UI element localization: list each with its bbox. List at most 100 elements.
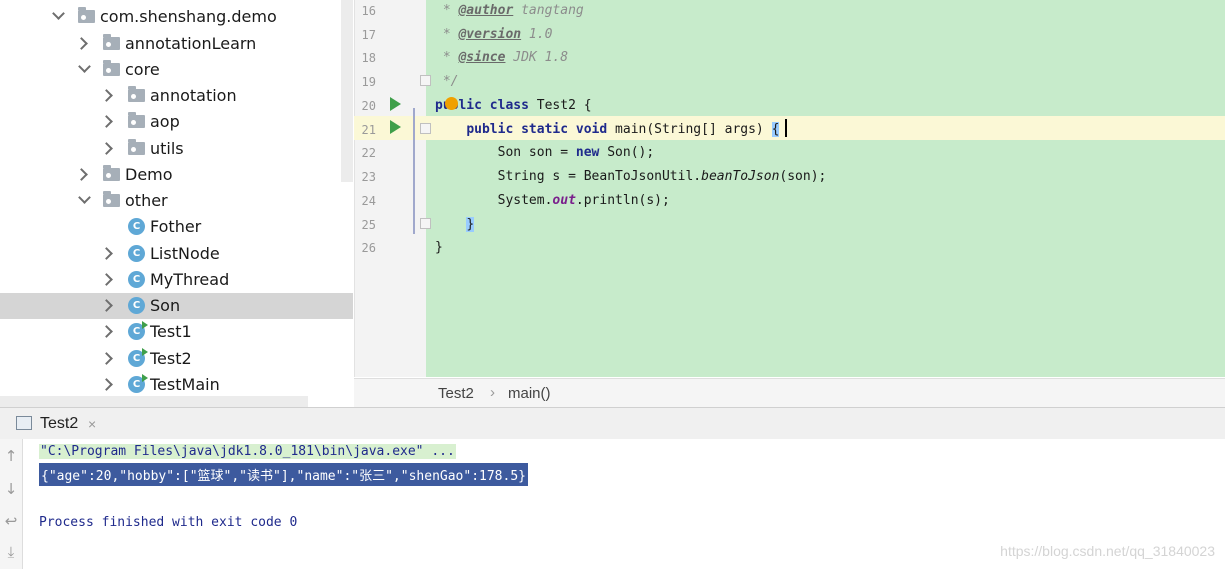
soft-wrap-icon[interactable]: ↩ [0, 512, 22, 530]
run-tab[interactable]: Test2 × [12, 408, 108, 439]
line-number: 24 [361, 194, 376, 208]
tree-item-label: MyThread [150, 270, 230, 289]
package-folder-icon [103, 165, 120, 181]
code-line-22: Son son = new Son(); [497, 145, 655, 160]
class-icon: C [128, 245, 145, 262]
breadcrumb-method[interactable]: main() [508, 385, 551, 402]
code-line-25: } [466, 217, 475, 232]
tree-item-class-selected[interactable]: C Son [0, 293, 353, 319]
run-toolbar: ↑ ↓ ↩ ⤓ [0, 439, 23, 569]
scroll-to-end-icon[interactable]: ⤓ [0, 543, 22, 561]
class-icon: C [128, 218, 145, 235]
class-icon: C [128, 271, 145, 288]
chevron-right-icon[interactable] [100, 89, 113, 102]
tree-item-package[interactable]: annotationLearn [0, 31, 353, 57]
tree-vertical-scrollbar[interactable] [341, 0, 353, 182]
chevron-right-icon[interactable] [100, 299, 113, 312]
fold-marker-icon[interactable] [420, 218, 431, 229]
tree-item-label: other [125, 191, 168, 210]
tree-item-package[interactable]: Demo [0, 162, 353, 188]
code-line-19: */ [435, 74, 459, 89]
breadcrumb: Test2 › main() [354, 378, 1225, 408]
tree-item-package[interactable]: com.shenshang.demo [0, 4, 353, 30]
tree-item-label: TestMain [150, 375, 220, 394]
tree-item-runnable-class[interactable]: C Test2 [0, 346, 353, 372]
code-line-23: String s = BeanToJsonUtil.beanToJson(son… [497, 169, 827, 184]
chevron-right-icon[interactable] [100, 273, 113, 286]
chevron-right-icon[interactable] [100, 352, 113, 365]
tree-item-class[interactable]: C ListNode [0, 241, 353, 267]
runnable-class-icon: C [128, 374, 148, 393]
package-folder-icon [78, 7, 95, 23]
package-folder-icon [103, 34, 120, 50]
line-number: 16 [361, 4, 376, 18]
code-line-24: System.out.println(s); [497, 193, 670, 208]
runnable-class-icon: C [128, 348, 148, 367]
chevron-right-icon[interactable] [100, 325, 113, 338]
tree-item-label: ListNode [150, 244, 220, 263]
run-tool-window-header: Test2 × [0, 407, 1225, 440]
tree-item-label: aop [150, 112, 180, 131]
console-exit-line: Process finished with exit code 0 [39, 515, 298, 530]
class-icon: C [128, 297, 145, 314]
chevron-down-icon[interactable] [78, 60, 91, 73]
code-line-17: * @version 1.0 [435, 27, 553, 42]
tree-item-label: Fother [150, 217, 202, 236]
package-folder-icon [103, 191, 120, 207]
chevron-right-icon[interactable] [100, 247, 113, 260]
chevron-right-icon[interactable] [100, 115, 113, 128]
package-folder-icon [103, 60, 120, 76]
watermark: https://blog.csdn.net/qq_31840023 [1000, 543, 1215, 559]
run-class-icon[interactable] [390, 97, 401, 111]
tree-item-package[interactable]: core [0, 57, 353, 83]
tree-item-runnable-class[interactable]: C TestMain [0, 372, 353, 398]
chevron-right-icon[interactable] [75, 168, 88, 181]
tree-item-class[interactable]: C MyThread [0, 267, 353, 293]
console-output-line: {"age":20,"hobby":["篮球","读书"],"name":"张三… [39, 463, 528, 486]
project-tree: com.shenshang.demo annotationLearn core … [0, 0, 353, 407]
line-number: 26 [361, 241, 376, 255]
runnable-class-icon: C [128, 321, 148, 340]
chevron-right-icon[interactable] [100, 378, 113, 391]
bookmark-dot-icon[interactable] [445, 97, 458, 110]
run-tab-label: Test2 [40, 415, 79, 432]
chevron-down-icon[interactable] [78, 191, 91, 204]
line-number: 20 [361, 99, 376, 113]
chevron-right-icon[interactable] [100, 142, 113, 155]
package-folder-icon [128, 86, 145, 102]
tree-item-class[interactable]: C Fother [0, 214, 353, 240]
tree-item-runnable-class[interactable]: C Test1 [0, 319, 353, 345]
package-folder-icon [128, 139, 145, 155]
arrow-down-icon[interactable]: ↓ [0, 480, 22, 498]
code-line-21: public static void main(String[] args) { [466, 122, 780, 137]
tree-item-package[interactable]: annotation [0, 83, 353, 109]
chevron-right-icon[interactable] [75, 37, 88, 50]
line-number: 25 [361, 218, 376, 232]
line-number: 23 [361, 170, 376, 184]
tree-item-package[interactable]: utils [0, 136, 353, 162]
tree-item-package[interactable]: aop [0, 109, 353, 135]
close-icon[interactable]: × [88, 416, 96, 432]
line-number: 22 [361, 146, 376, 160]
fold-marker-icon[interactable] [420, 123, 431, 134]
arrow-up-icon[interactable]: ↑ [0, 447, 22, 465]
code-line-26: } [435, 240, 443, 255]
chevron-down-icon[interactable] [52, 7, 65, 20]
tree-item-package[interactable]: other [0, 188, 353, 214]
console-command-line: "C:\Program Files\java\jdk1.8.0_181\bin\… [39, 444, 456, 459]
run-method-icon[interactable] [390, 120, 401, 134]
tree-item-label: Test2 [150, 349, 192, 368]
tree-horizontal-scrollbar[interactable] [0, 396, 308, 407]
code-line-18: * @since JDK 1.8 [435, 50, 569, 65]
tree-item-label: Son [150, 296, 181, 315]
line-number: 21 [361, 123, 376, 137]
tree-item-label: Demo [125, 165, 173, 184]
code-line-20: public class Test2 { [435, 98, 592, 113]
breadcrumb-class[interactable]: Test2 [438, 385, 474, 402]
console-icon [16, 416, 32, 430]
tree-item-label: utils [150, 139, 184, 158]
breadcrumb-separator: › [490, 384, 495, 401]
fold-marker-icon[interactable] [420, 75, 431, 86]
tree-item-label: core [125, 60, 160, 79]
line-number: 18 [361, 51, 376, 65]
